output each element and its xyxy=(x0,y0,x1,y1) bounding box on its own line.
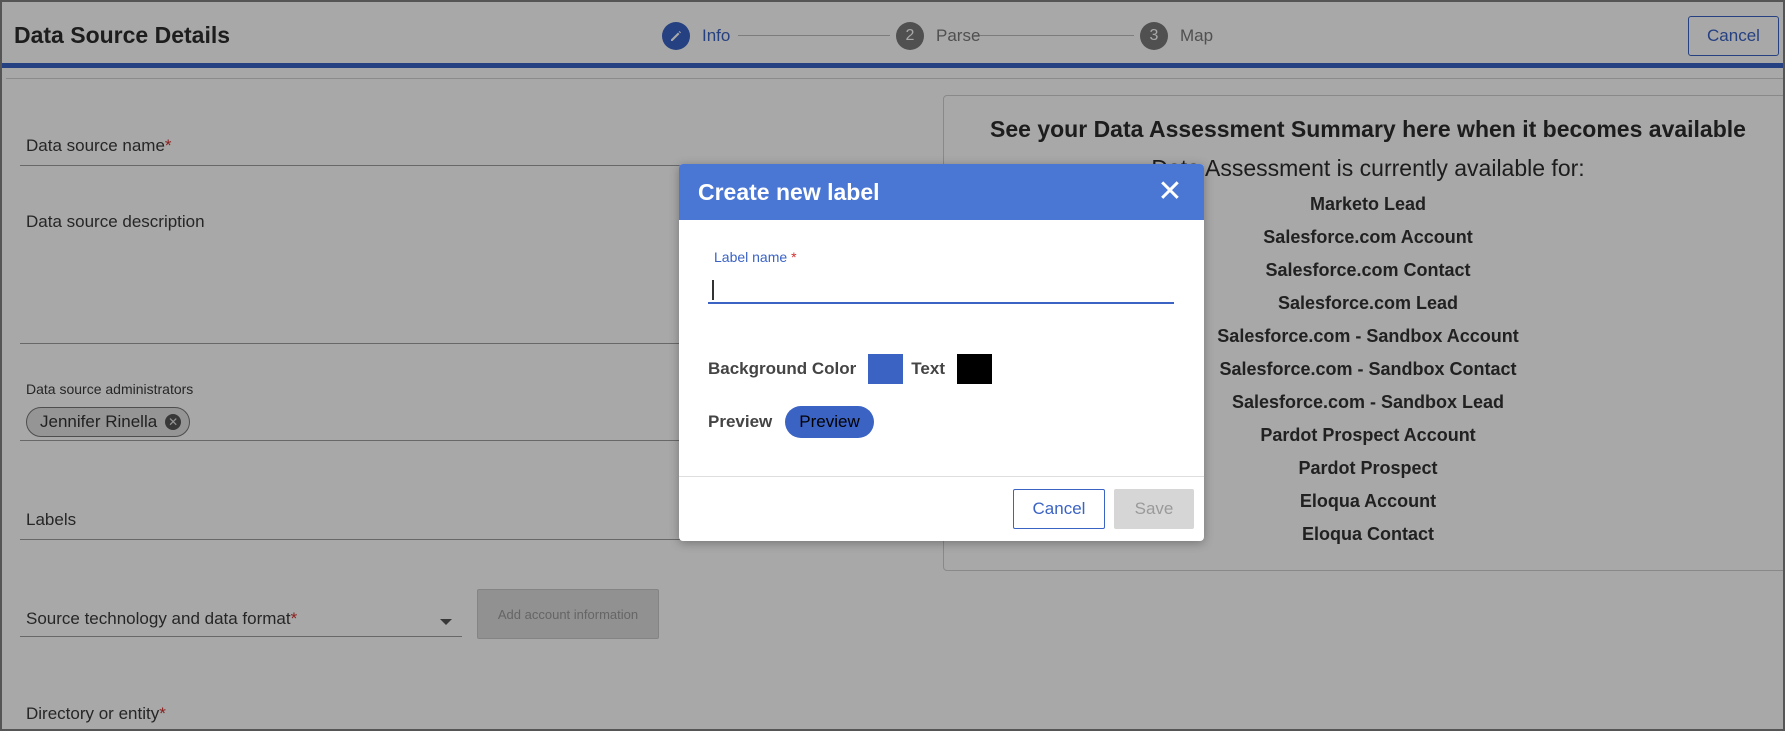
app-window: Data Source Details Info 2 Parse 3 Map C… xyxy=(0,0,1785,731)
label-name-input[interactable] xyxy=(708,270,1174,304)
dialog-divider xyxy=(679,476,1204,477)
text-color-swatch[interactable] xyxy=(957,354,992,384)
label-name-label: Label name * xyxy=(714,249,797,265)
preview-label: Preview xyxy=(708,412,773,431)
create-label-dialog: Create new label ✕ Label name * Backgrou… xyxy=(679,164,1204,541)
text-cursor xyxy=(712,280,714,300)
background-color-label: Background Color xyxy=(708,359,857,378)
dialog-header: Create new label ✕ xyxy=(679,164,1204,220)
dialog-title: Create new label xyxy=(698,179,880,205)
dialog-save-button[interactable]: Save xyxy=(1114,489,1194,529)
label-preview-pill: Preview xyxy=(785,406,874,438)
background-color-swatch[interactable] xyxy=(868,354,904,384)
text-color-label: Text xyxy=(911,359,945,378)
preview-row: Preview Preview xyxy=(708,406,874,438)
close-icon[interactable]: ✕ xyxy=(1156,177,1184,207)
dialog-cancel-button[interactable]: Cancel xyxy=(1013,489,1105,529)
color-row: Background Color Text xyxy=(708,354,992,384)
